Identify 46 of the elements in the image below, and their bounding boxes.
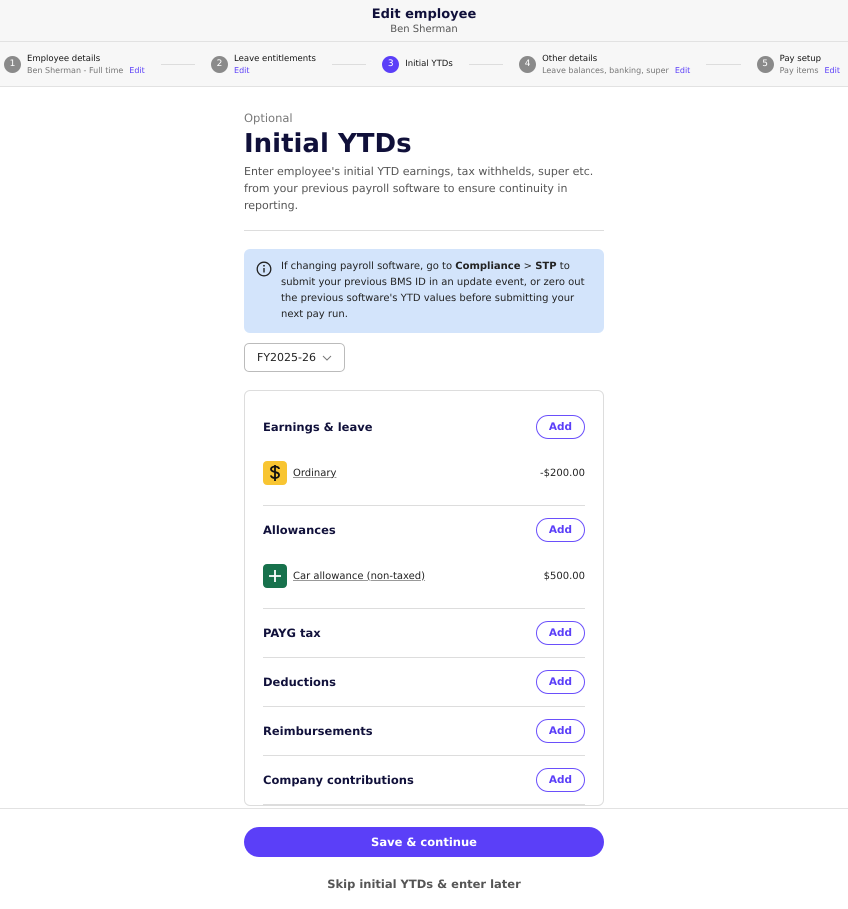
- add-button[interactable]: Add: [536, 621, 585, 645]
- section-heading: Initial YTDs: [244, 129, 413, 159]
- category-title: Earnings & leave: [263, 420, 373, 434]
- info-icon: [256, 261, 272, 277]
- amount: $500.00: [544, 570, 585, 582]
- skip-link[interactable]: Skip initial YTDs & enter later: [327, 877, 521, 891]
- save-continue-button[interactable]: Save & continue: [244, 827, 604, 857]
- page-title: Edit employee: [372, 7, 476, 22]
- step-title: Initial YTDs: [405, 59, 453, 69]
- add-button[interactable]: Add: [536, 670, 585, 694]
- edit-link[interactable]: Edit: [674, 66, 690, 74]
- step-subtitle: Leave balances, banking, super: [542, 66, 669, 74]
- optional-label: Optional: [244, 111, 294, 125]
- step-title: Leave entitlements: [234, 54, 316, 64]
- step-title: Pay setup: [780, 54, 822, 64]
- edit-link[interactable]: Edit: [129, 66, 145, 74]
- step-subtitle: Pay items: [780, 66, 818, 74]
- year-select[interactable]: FY2025-26: [244, 343, 346, 372]
- add-button[interactable]: Add: [536, 768, 585, 792]
- category-title: PAYG tax: [263, 626, 321, 640]
- chevron-down-icon: [322, 354, 332, 360]
- step-number: 4: [519, 56, 536, 72]
- edit-link[interactable]: Edit: [234, 66, 250, 74]
- edit-link[interactable]: Edit: [824, 66, 840, 74]
- add-button[interactable]: Add: [536, 719, 585, 743]
- step-number: 5: [756, 56, 774, 72]
- dollar-icon: [263, 461, 287, 485]
- pay-item-link[interactable]: Ordinary: [293, 468, 534, 478]
- amount: -$200.00: [540, 468, 585, 478]
- step-title: Employee details: [27, 54, 102, 64]
- description: Enter employee's initial YTD earnings, tax withhelds, super etc. from your previous payroll software to ensure continuity in reporting.: [244, 163, 604, 231]
- add-button[interactable]: Add: [536, 518, 585, 542]
- category-title: Company contributions: [263, 773, 414, 787]
- category-title: Deductions: [263, 675, 336, 689]
- step-number: 1: [4, 56, 21, 72]
- step-title: Other details: [542, 54, 598, 64]
- step-subtitle: Ben Sherman - Full time: [27, 66, 124, 74]
- category-title: Reimbursements: [263, 724, 373, 738]
- employee-name: Ben Sherman: [390, 24, 458, 35]
- alert-text: If changing payroll software, go to Compliance > STP to submit your previous BMS ID in an update event, or zero out the previous software's YTD values before submitting your next pay run.: [281, 260, 586, 322]
- step-number: 3: [382, 56, 400, 72]
- plus-icon: [263, 564, 287, 588]
- pay-item-link[interactable]: Car allowance (non-taxed): [293, 570, 538, 582]
- category-title: Allowances: [263, 523, 336, 537]
- add-button[interactable]: Add: [536, 415, 585, 439]
- step-number: 2: [211, 56, 228, 72]
